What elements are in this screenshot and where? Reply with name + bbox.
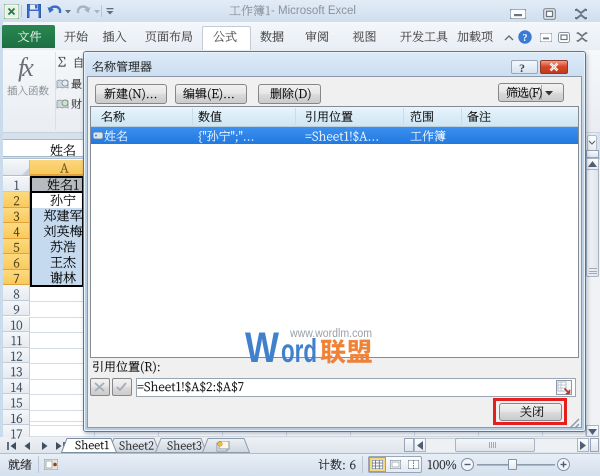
svg-text:W: W	[245, 324, 279, 372]
svg-text:ord: ord	[281, 332, 317, 369]
